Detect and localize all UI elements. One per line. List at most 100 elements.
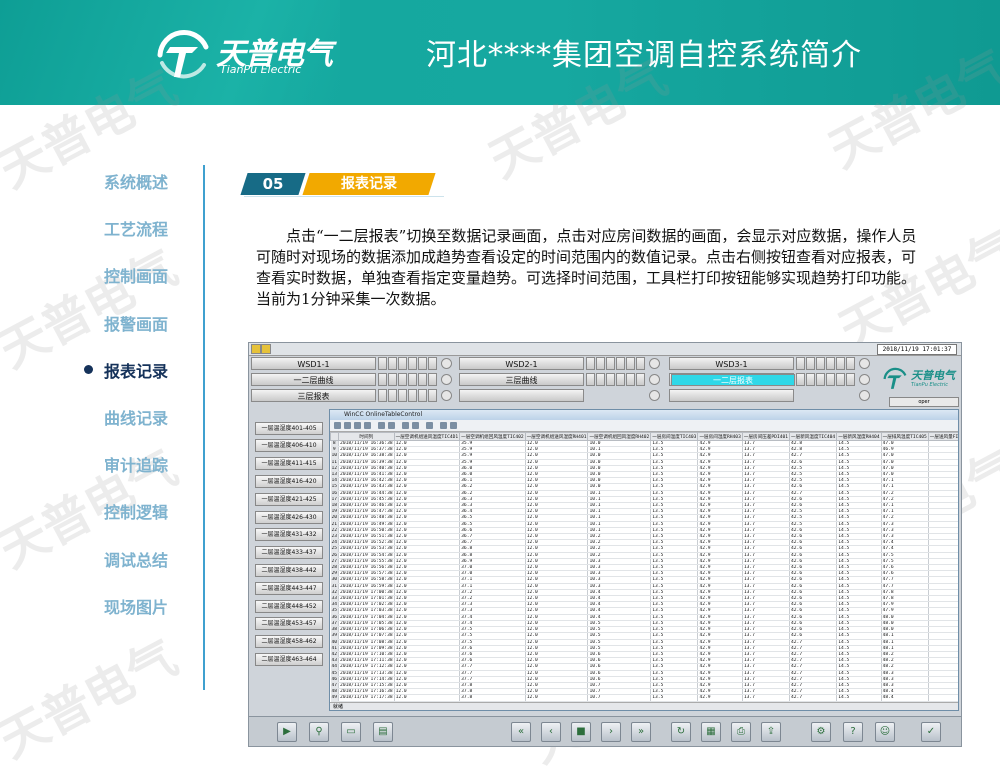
nav-item-process[interactable]: 工艺流程 [60,213,200,239]
room-button[interactable]: 一层温湿度416-420 [255,475,323,488]
btn-mini[interactable] [596,373,605,386]
report-icon[interactable]: ▤ [373,722,393,742]
btn-wsd3-1[interactable]: WSD3-1 [669,357,794,370]
table-header-cell[interactable]: 一层房间温度TIC403 [650,432,699,441]
help-icon[interactable]: ? [843,722,863,742]
nav-item-overview[interactable]: 系统概述 [60,166,200,192]
table-header-cell[interactable]: 时间列 [338,432,395,441]
toolbar-last-icon[interactable] [364,422,371,429]
room-button[interactable]: 一层温湿度401-405 [255,422,323,435]
data-table[interactable]: 时间列 一层空调机组送风温度TIC4D1 一层空调机组回风温度TIC402 一层空调机… [330,432,958,702]
check-icon[interactable]: ✓ [921,722,941,742]
room-button[interactable]: 二层温湿度463-464 [255,653,323,666]
btn-mini[interactable] [816,373,825,386]
btn-mini[interactable] [428,389,437,402]
room-button[interactable]: 一层温湿度421-425 [255,493,323,506]
btn-mini[interactable] [378,389,387,402]
config-icon[interactable]: ⚙ [811,722,831,742]
round-button-icon[interactable] [441,390,452,401]
btn-mini[interactable] [826,373,835,386]
toolbar-export-icon[interactable] [450,422,457,429]
btn-floor3-trend[interactable]: 三层曲线 [459,373,584,386]
nav-item-control-screen[interactable]: 控制画面 [60,260,200,286]
btn-mini[interactable] [606,357,615,370]
table-header-cell[interactable]: 一层排风温度TIC405 [880,432,929,441]
room-button[interactable]: 二层温湿度453-457 [255,617,323,630]
nav-item-trend[interactable]: 曲线记录 [60,402,200,428]
toolbar-edit-icon[interactable] [378,422,385,429]
btn-mini[interactable] [626,373,635,386]
nav-item-control-logic[interactable]: 控制逻辑 [60,496,200,522]
toolbar-next-icon[interactable] [354,422,361,429]
round-button-icon[interactable] [859,390,870,401]
user-icon[interactable]: ☺ [875,722,895,742]
btn-mini[interactable] [636,373,645,386]
btn-mini[interactable] [846,373,855,386]
round-button-icon[interactable] [649,374,660,385]
btn-mini[interactable] [596,357,605,370]
btn-mini[interactable] [816,357,825,370]
room-button[interactable]: 一层温湿度426-430 [255,511,323,524]
folder-icon[interactable]: ▭ [341,722,361,742]
stop-icon[interactable]: ■ [571,722,591,742]
toolbar-select-icon[interactable] [388,422,395,429]
toolbar-stop-icon[interactable] [426,422,433,429]
filter-icon[interactable]: ⚲ [309,722,329,742]
btn-mini[interactable] [616,373,625,386]
btn-blank[interactable] [669,389,794,402]
btn-mini[interactable] [398,389,407,402]
btn-mini[interactable] [428,357,437,370]
btn-wsd1-1[interactable]: WSD1-1 [251,357,376,370]
round-button-icon[interactable] [441,358,452,369]
room-button[interactable]: 二层温湿度458-462 [255,635,323,648]
room-button[interactable]: 一层温湿度431-432 [255,528,323,541]
nav-item-site-photos[interactable]: 现场图片 [60,591,200,617]
round-button-icon[interactable] [859,358,870,369]
toolbar-table-icon[interactable] [402,422,409,429]
btn-floor3-report[interactable]: 三层报表 [251,389,376,402]
nav-item-audit-trail[interactable]: 审计追踪 [60,449,200,475]
room-button[interactable]: 一层温湿度411-415 [255,457,323,470]
nav-item-alarm-screen[interactable]: 报警画面 [60,308,200,334]
btn-wsd2-1[interactable]: WSD2-1 [459,357,584,370]
prev-icon[interactable]: ‹ [541,722,561,742]
table-header-cell[interactable]: 一层空调机组送风温度TIC4D1 [393,432,461,441]
play-icon[interactable]: ▶ [277,722,297,742]
btn-mini[interactable] [378,373,387,386]
table-wrap[interactable]: 时间列 一层空调机组送风温度TIC4D1 一层空调机组回风温度TIC402 一层空调机… [330,432,958,702]
btn-mini[interactable] [398,373,407,386]
table-header-cell[interactable]: 一层房间压差PDI401 [741,432,791,441]
btn-mini[interactable] [428,373,437,386]
btn-mini[interactable] [806,357,815,370]
btn-floor12-report[interactable]: 一二层报表 [671,374,795,386]
btn-mini[interactable] [636,357,645,370]
room-button[interactable]: 二层温湿度443-447 [255,582,323,595]
btn-mini[interactable] [388,389,397,402]
btn-mini[interactable] [806,373,815,386]
round-button-icon[interactable] [859,374,870,385]
btn-mini[interactable] [836,373,845,386]
btn-mini[interactable] [388,357,397,370]
print-icon[interactable]: ⎙ [731,722,751,742]
btn-mini[interactable] [586,357,595,370]
room-button[interactable]: 二层温湿度448-452 [255,600,323,613]
folder-icon[interactable] [251,344,261,354]
table-header-cell[interactable]: 一层新风湿度RH404 [836,432,882,441]
btn-mini[interactable] [418,357,427,370]
btn-mini[interactable] [418,373,427,386]
btn-mini[interactable] [586,373,595,386]
next-icon[interactable]: › [601,722,621,742]
round-button-icon[interactable] [649,358,660,369]
first-icon[interactable]: « [511,722,531,742]
table-header-cell[interactable]: 一层空调机组回风温度TIC402 [459,432,526,441]
btn-mini[interactable] [388,373,397,386]
btn-mini[interactable] [408,389,417,402]
open-icon[interactable] [261,344,271,354]
btn-mini[interactable] [408,357,417,370]
btn-mini[interactable] [616,357,625,370]
room-button[interactable]: 二层温湿度433-437 [255,546,323,559]
btn-mini[interactable] [796,357,805,370]
table-icon[interactable]: ▦ [701,722,721,742]
btn-blank[interactable] [459,389,584,402]
toolbar-first-icon[interactable] [334,422,341,429]
